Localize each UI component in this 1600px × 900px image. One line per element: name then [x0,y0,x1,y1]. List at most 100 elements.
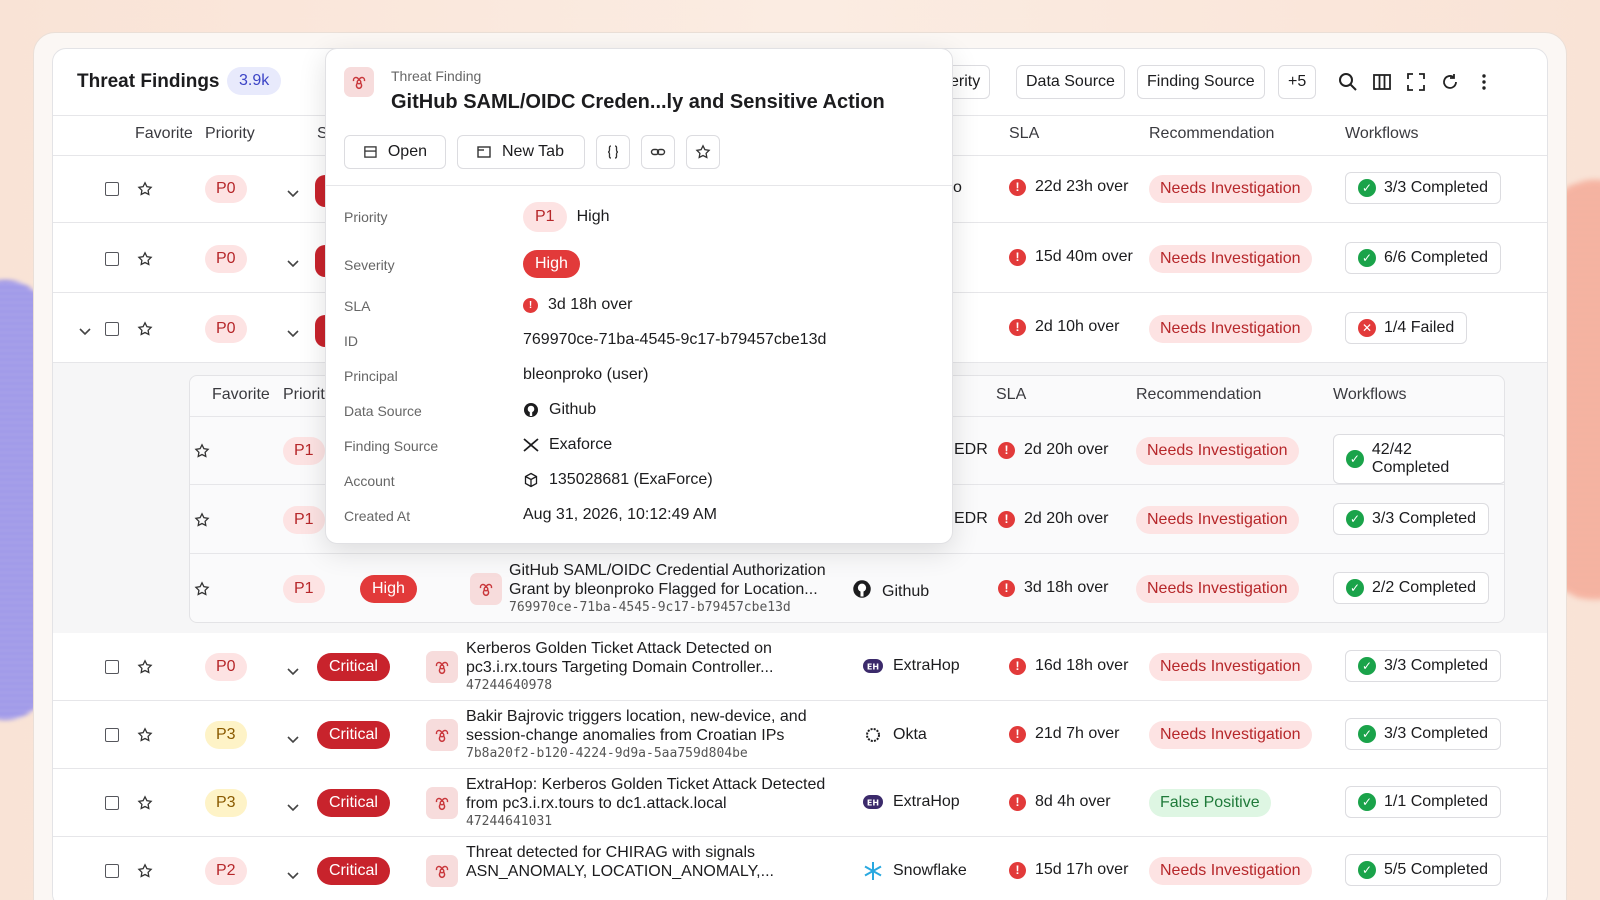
workflow-status-button[interactable]: ✓ 3/3 Completed [1333,503,1490,535]
finding-source-value: Exaforce [523,436,612,454]
row-checkbox[interactable] [105,182,119,196]
expand-chevron-icon[interactable] [79,323,91,341]
priority-dropdown-icon[interactable] [287,663,299,681]
finding-title-line1[interactable]: GitHub SAML/OIDC Credential Authorizatio… [509,561,826,580]
nested-column-workflows[interactable]: Workflows [1333,386,1407,404]
filter-data-source-button[interactable]: Data Source [1016,65,1125,99]
recommendation-badge[interactable]: False Positive [1149,789,1271,817]
recommendation-badge[interactable]: Needs Investigation [1149,653,1312,681]
recommendation-badge[interactable]: Needs Investigation [1149,315,1312,343]
finding-title-line2[interactable]: Grant by bleonproko Flagged for Location… [509,580,818,599]
workflow-status-button[interactable]: ✕ 1/4 Failed [1345,312,1468,344]
row-checkbox[interactable] [105,252,119,266]
priority-dropdown-icon[interactable] [287,867,299,885]
priority-dropdown-icon[interactable] [287,731,299,749]
sla-text: 3d 18h over [548,296,633,313]
priority-dropdown-icon[interactable] [287,185,299,203]
workflow-status-button[interactable]: ✓ 6/6 Completed [1345,242,1502,274]
row-checkbox[interactable] [105,796,119,810]
favorite-star-icon[interactable] [137,659,153,680]
table-row[interactable]: P2 Critical Threat detected for CHIRAG wit… [53,837,1547,900]
workflow-status-button[interactable]: ✓ 1/1 Completed [1345,786,1502,818]
nested-column-sla[interactable]: SLA [996,386,1026,404]
favorite-star-icon[interactable] [137,863,153,884]
workflow-status-button[interactable]: ✓ 2/2 Completed [1333,572,1490,604]
favorite-star-icon[interactable] [194,443,210,464]
favorite-star-icon[interactable] [137,251,153,272]
source-text: EDR [954,510,988,527]
table-row[interactable]: P3 Critical ExtraHop: Kerberos Golden Tick… [53,769,1547,837]
row-checkbox[interactable] [105,864,119,878]
alert-icon: ! [1009,657,1026,675]
columns-icon[interactable] [1371,71,1393,93]
recommendation-badge[interactable]: Needs Investigation [1149,721,1312,749]
finding-title-line2[interactable]: session-change anomalies from Croatian I… [466,726,784,745]
row-checkbox[interactable] [105,660,119,674]
refresh-icon[interactable] [1439,71,1461,93]
finding-title-line2[interactable]: ASN_ANOMALY, LOCATION_ANOMALY,... [466,862,774,881]
workflow-status-button[interactable]: ✓ 42/42 Completed [1333,434,1504,484]
row-checkbox[interactable] [105,728,119,742]
json-button[interactable] [596,135,630,169]
workflow-status-button[interactable]: ✓ 3/3 Completed [1345,718,1502,750]
table-row[interactable]: P3 Critical Bakir Bajrovic triggers locati… [53,701,1547,769]
copy-link-button[interactable] [641,135,675,169]
table-row[interactable]: P0 Critical Kerberos Golden Ticket Attack … [53,633,1547,701]
favorite-toggle-button[interactable] [686,135,720,169]
finding-title-line2[interactable]: pc3.i.rx.tours Targeting Domain Controll… [466,658,773,677]
column-workflows[interactable]: Workflows [1345,125,1419,143]
finding-id: 769970ce-71ba-4545-9c17-b79457cbe13d [509,600,791,615]
sla-cell: ! 2d 20h over [998,510,1109,528]
favorite-star-icon[interactable] [137,795,153,816]
finding-title-line2[interactable]: from pc3.i.rx.tours to dc1.attack.local [466,794,727,813]
threat-finding-icon [426,651,458,683]
column-favorite[interactable]: Favorite [135,125,193,143]
nested-column-priority[interactable]: Priorit [283,386,325,404]
finding-title-line1[interactable]: ExtraHop: Kerberos Golden Ticket Attack … [466,775,825,794]
search-icon[interactable] [1337,71,1359,93]
finding-title-line1[interactable]: Threat detected for CHIRAG with signals [466,843,755,862]
workflow-status-button[interactable]: ✓ 5/5 Completed [1345,854,1502,886]
workflow-status-button[interactable]: ✓ 3/3 Completed [1345,650,1502,682]
priority-dropdown-icon[interactable] [287,255,299,273]
data-source-cell: EH ExtraHop [863,793,960,811]
recommendation-badge[interactable]: Needs Investigation [1136,506,1299,534]
recommendation-badge[interactable]: Needs Investigation [1149,175,1312,203]
extrahop-icon: EH [863,795,883,809]
id-value: 769970ce-71ba-4545-9c17-b79457cbe13d [523,331,827,348]
recommendation-badge[interactable]: Needs Investigation [1149,857,1312,885]
recommendation-badge[interactable]: Needs Investigation [1136,575,1299,603]
new-tab-button[interactable]: New Tab [457,135,585,169]
open-button[interactable]: Open [344,135,446,169]
row-checkbox[interactable] [105,322,119,336]
column-recommendation[interactable]: Recommendation [1149,125,1274,143]
favorite-star-icon[interactable] [137,181,153,202]
more-filters-button[interactable]: +5 [1278,65,1317,99]
nested-column-recommendation[interactable]: Recommendation [1136,386,1261,404]
more-options-icon[interactable] [1473,71,1495,93]
favorite-star-icon[interactable] [137,321,153,342]
priority-badge: P0 [205,245,247,273]
filter-finding-source-button[interactable]: Finding Source [1137,65,1265,99]
finding-title-line1[interactable]: Bakir Bajrovic triggers location, new-de… [466,707,807,726]
recommendation-badge[interactable]: Needs Investigation [1149,245,1312,273]
workflow-status-button[interactable]: ✓ 3/3 Completed [1345,172,1502,204]
column-sla[interactable]: SLA [1009,125,1039,143]
nested-table-row[interactable]: P1 High GitHub SAML/OIDC Credential Author… [190,555,1504,622]
sla-cell: ! 2d 20h over [998,441,1109,459]
fullscreen-icon[interactable] [1405,71,1427,93]
principal-value[interactable]: bleonproko (user) [523,366,648,384]
nested-column-favorite[interactable]: Favorite [212,386,270,404]
alert-icon: ! [523,297,538,313]
column-priority[interactable]: Priority [205,125,255,143]
recommendation-badge[interactable]: Needs Investigation [1136,437,1299,465]
priority-badge: P1 [523,202,567,232]
priority-dropdown-icon[interactable] [287,799,299,817]
favorite-star-icon[interactable] [137,727,153,748]
favorite-star-icon[interactable] [194,512,210,533]
favorite-star-icon[interactable] [194,581,210,602]
code-braces-icon [607,145,619,159]
priority-badge: P3 [205,721,247,749]
finding-title-line1[interactable]: Kerberos Golden Ticket Attack Detected o… [466,639,772,658]
priority-dropdown-icon[interactable] [287,325,299,343]
